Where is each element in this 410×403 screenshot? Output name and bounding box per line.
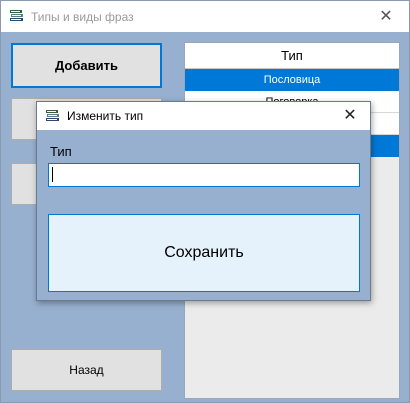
edit-type-dialog: Изменить тип ✕ Тип Сохранить: [36, 101, 371, 301]
dialog-close-button[interactable]: ✕: [330, 102, 370, 130]
window-title: Типы и виды фраз: [31, 10, 134, 24]
save-button[interactable]: Сохранить: [48, 214, 360, 292]
add-button[interactable]: Добавить: [11, 43, 162, 88]
books-icon: [10, 10, 23, 21]
text-caret: [52, 167, 53, 182]
back-button[interactable]: Назад: [11, 349, 162, 391]
dialog-body: Тип Сохранить: [37, 130, 370, 300]
type-field-label: Тип: [50, 144, 72, 159]
title-bar[interactable]: Типы и виды фраз ✕: [1, 1, 409, 32]
grid-column-header[interactable]: Тип: [185, 43, 399, 69]
books-icon: [46, 110, 59, 121]
window-close-button[interactable]: ✕: [363, 1, 409, 32]
dialog-title: Изменить тип: [67, 109, 144, 123]
type-input[interactable]: [48, 163, 360, 187]
dialog-title-bar[interactable]: Изменить тип ✕: [37, 102, 370, 130]
grid-row[interactable]: Пословица: [185, 69, 399, 91]
